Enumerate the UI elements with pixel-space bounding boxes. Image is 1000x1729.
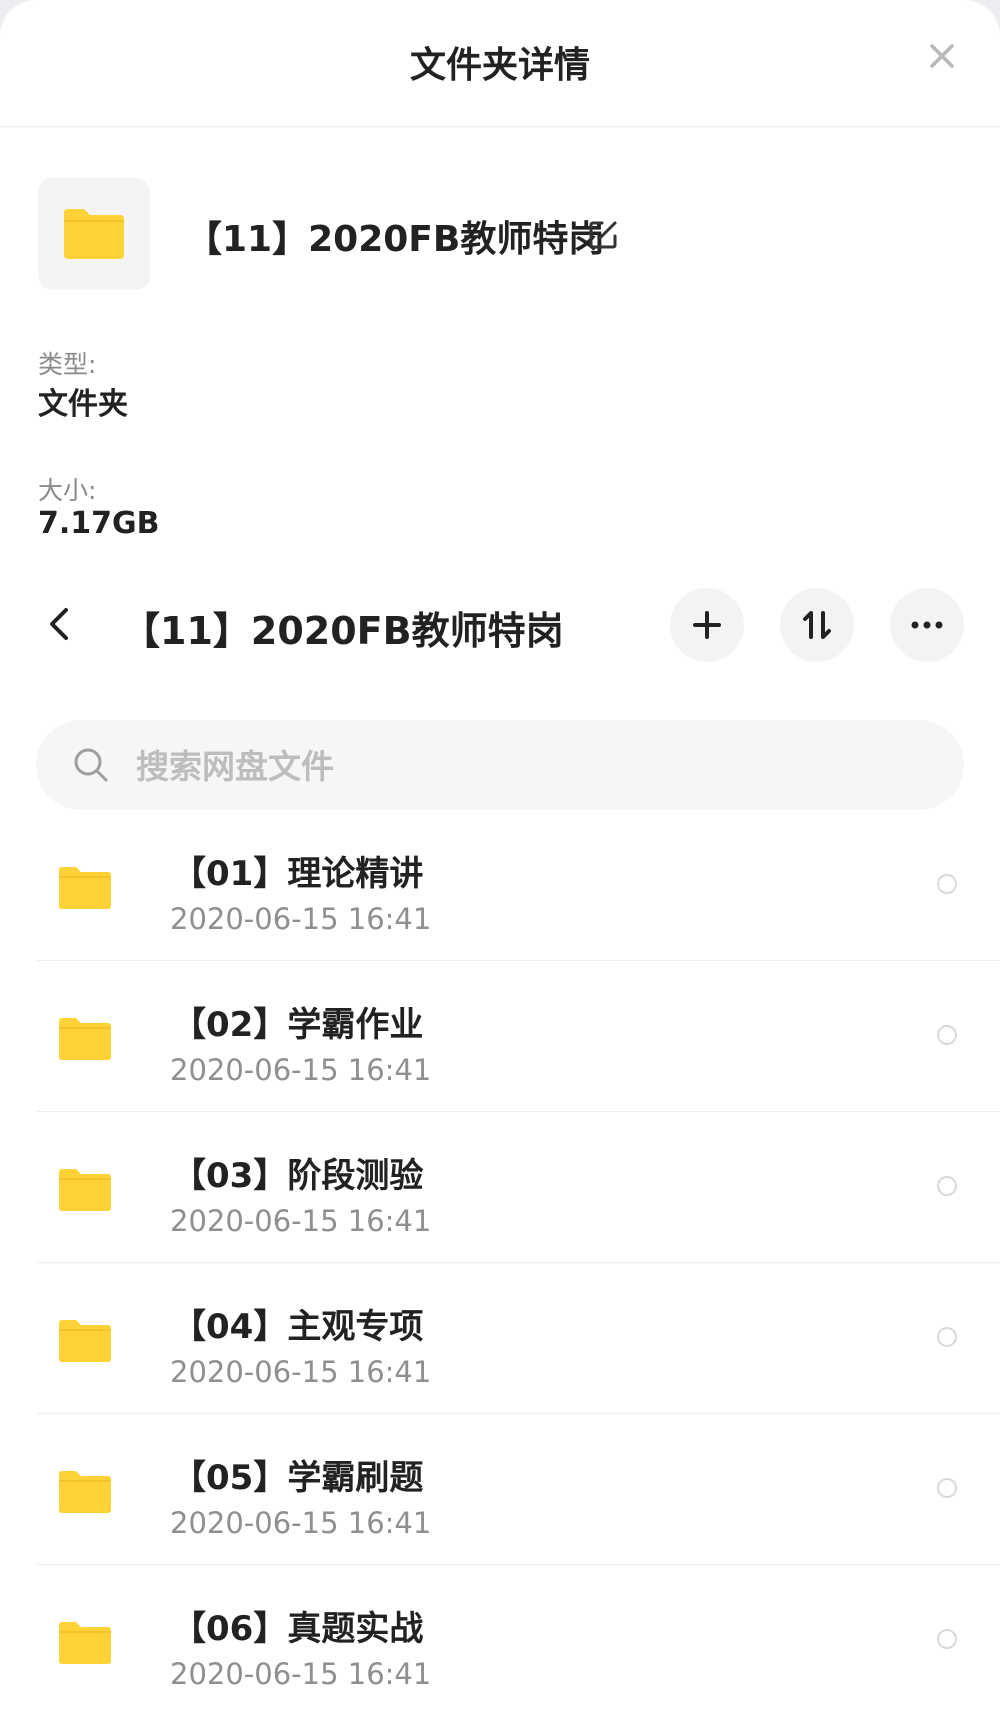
select-radio[interactable] bbox=[937, 1025, 957, 1045]
item-date: 2020-06-15 16:41 bbox=[170, 1355, 432, 1389]
sheet-header: 文件夹详情 bbox=[0, 0, 1000, 127]
select-radio[interactable] bbox=[937, 1478, 957, 1498]
select-radio[interactable] bbox=[937, 1327, 957, 1347]
item-date: 2020-06-15 16:41 bbox=[170, 1204, 432, 1238]
back-arrow-icon[interactable] bbox=[40, 604, 80, 644]
list-item[interactable]: 【05】学霸刷题 2020-06-15 16:41 bbox=[0, 1414, 1000, 1565]
folder-icon bbox=[59, 1320, 111, 1362]
list-item[interactable]: 【06】真题实战 2020-06-15 16:41 bbox=[0, 1565, 1000, 1716]
search-icon bbox=[74, 748, 108, 782]
item-date: 2020-06-15 16:41 bbox=[170, 1657, 432, 1691]
search-input[interactable] bbox=[134, 720, 938, 812]
folder-icon bbox=[59, 1169, 111, 1211]
folder-icon bbox=[59, 1471, 111, 1513]
select-radio[interactable] bbox=[937, 1176, 957, 1196]
more-icon bbox=[911, 621, 943, 629]
size-value: 7.17GB bbox=[38, 506, 160, 541]
item-name: 【03】阶段测验 bbox=[172, 1156, 424, 1196]
type-label: 类型: bbox=[38, 350, 97, 379]
list-item[interactable]: 【03】阶段测验 2020-06-15 16:41 bbox=[0, 1112, 1000, 1263]
item-date: 2020-06-15 16:41 bbox=[170, 1506, 432, 1540]
select-radio[interactable] bbox=[937, 874, 957, 894]
list-item[interactable]: 【01】理论精讲 2020-06-15 16:41 bbox=[0, 810, 1000, 961]
sort-icon bbox=[803, 611, 831, 639]
folder-icon bbox=[59, 1622, 111, 1664]
folder-thumbnail bbox=[38, 178, 150, 290]
item-name: 【02】学霸作业 bbox=[172, 1005, 424, 1045]
edit-icon[interactable] bbox=[586, 218, 620, 252]
list-item[interactable]: 【04】主观专项 2020-06-15 16:41 bbox=[0, 1263, 1000, 1414]
item-name: 【06】真题实战 bbox=[172, 1609, 424, 1649]
current-folder-title: 【11】2020FB教师特岗 bbox=[122, 609, 564, 653]
sheet-title: 文件夹详情 bbox=[409, 45, 590, 86]
list-item[interactable]: 【02】学霸作业 2020-06-15 16:41 bbox=[0, 961, 1000, 1112]
folder-details-sheet: 文件夹详情 【11】2020FB教师特岗 类型: 文件夹 大小: 7.17GB … bbox=[0, 0, 1000, 1729]
search-bar bbox=[36, 720, 964, 812]
folder-icon bbox=[59, 1018, 111, 1060]
folder-icon bbox=[59, 867, 111, 909]
close-icon[interactable] bbox=[922, 36, 962, 76]
item-name: 【01】理论精讲 bbox=[172, 854, 424, 894]
item-date: 2020-06-15 16:41 bbox=[170, 902, 432, 936]
item-date: 2020-06-15 16:41 bbox=[170, 1053, 432, 1087]
select-radio[interactable] bbox=[937, 1629, 957, 1649]
sort-button[interactable] bbox=[780, 588, 854, 662]
file-list: 【01】理论精讲 2020-06-15 16:41 【02】学霸作业 2020-… bbox=[0, 810, 1000, 1716]
folder-icon bbox=[64, 209, 124, 259]
add-icon bbox=[693, 611, 721, 639]
type-value: 文件夹 bbox=[38, 387, 128, 422]
add-button[interactable] bbox=[670, 588, 744, 662]
folder-name: 【11】2020FB教师特岗 bbox=[186, 219, 605, 260]
size-label: 大小: bbox=[38, 476, 97, 505]
more-button[interactable] bbox=[890, 588, 964, 662]
item-name: 【04】主观专项 bbox=[172, 1307, 424, 1347]
item-name: 【05】学霸刷题 bbox=[172, 1458, 424, 1498]
